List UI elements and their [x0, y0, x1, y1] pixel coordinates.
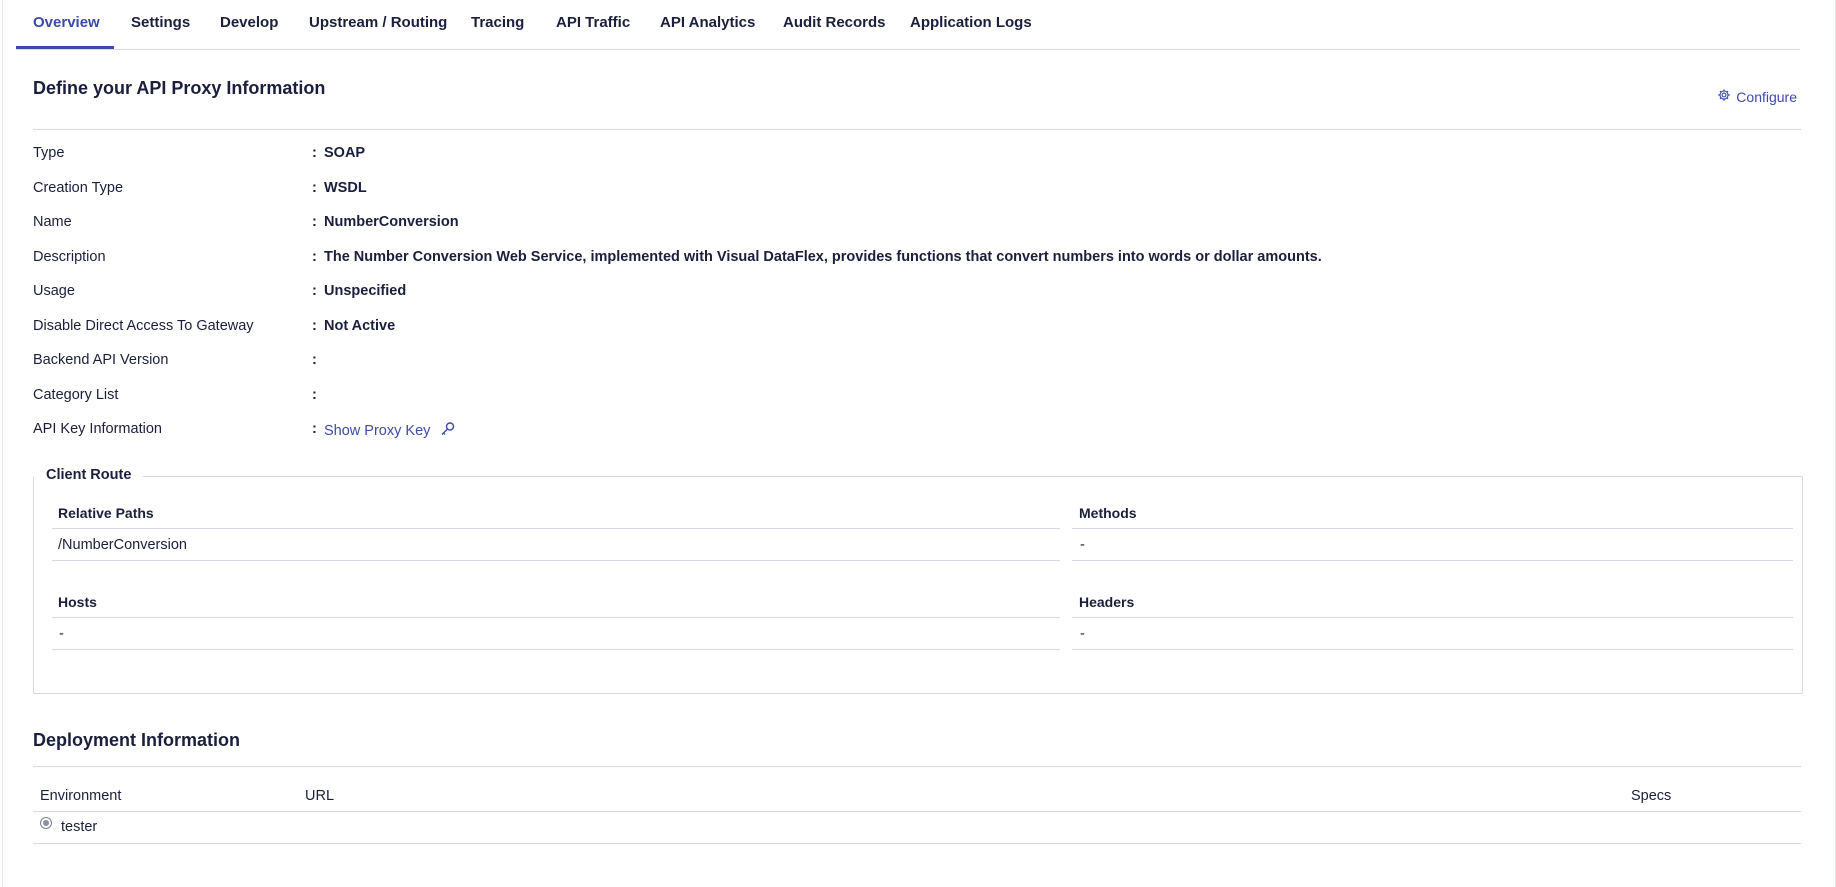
tab-api-traffic[interactable]: API Traffic	[556, 14, 630, 31]
tab-settings[interactable]: Settings	[131, 14, 190, 31]
divider	[52, 528, 1060, 529]
info-row-api-key: API Key Information : Show Proxy Key	[33, 421, 1733, 441]
column-header-environment: Environment	[40, 788, 122, 804]
info-value: NumberConversion	[324, 214, 459, 230]
info-row-type: Type : SOAP	[33, 145, 1733, 165]
info-row-creation-type: Creation Type : WSDL	[33, 180, 1733, 200]
client-route-panel	[33, 476, 1803, 694]
info-colon: :	[312, 145, 317, 161]
info-colon: :	[312, 421, 317, 437]
info-row-category-list: Category List :	[33, 387, 1733, 407]
configure-label: Configure	[1736, 88, 1797, 105]
gear-icon	[1717, 88, 1731, 105]
page-title: Define your API Proxy Information	[33, 78, 326, 98]
divider	[33, 766, 1801, 767]
info-label: Creation Type	[33, 180, 124, 196]
divider	[52, 560, 1060, 561]
headers-header: Headers	[1079, 594, 1135, 610]
info-value: SOAP	[324, 145, 366, 161]
divider	[33, 129, 1801, 130]
tab-upstream-routing[interactable]: Upstream / Routing	[309, 14, 447, 31]
tab-application-logs[interactable]: Application Logs	[910, 14, 1032, 31]
tab-develop[interactable]: Develop	[220, 14, 278, 31]
info-row-backend-api-version: Backend API Version :	[33, 352, 1733, 372]
info-value: Unspecified	[324, 283, 407, 299]
divider	[52, 649, 1060, 650]
tab-overview[interactable]: Overview	[33, 14, 100, 31]
info-row-usage: Usage : Unspecified	[33, 283, 1733, 303]
divider	[1072, 617, 1793, 618]
info-colon: :	[312, 318, 317, 334]
methods-value: -	[1080, 537, 1085, 553]
column-header-specs: Specs	[1631, 788, 1672, 804]
active-tab-indicator	[16, 46, 114, 49]
show-proxy-key-link[interactable]: Show Proxy Key	[324, 421, 456, 439]
headers-value: -	[1080, 626, 1085, 642]
info-value: The Number Conversion Web Service, imple…	[324, 249, 1322, 265]
client-route-legend: Client Route	[34, 467, 144, 483]
info-value: Not Active	[324, 318, 396, 334]
info-label: Description	[33, 249, 106, 265]
info-label: Name	[33, 214, 72, 230]
configure-button[interactable]: Configure	[1717, 88, 1797, 105]
info-label: API Key Information	[33, 421, 162, 437]
key-icon	[440, 421, 456, 437]
tab-api-analytics[interactable]: API Analytics	[660, 14, 755, 31]
info-colon: :	[312, 249, 317, 265]
info-row-disable-direct-access: Disable Direct Access To Gateway : Not A…	[33, 318, 1733, 338]
hosts-header: Hosts	[58, 594, 97, 610]
show-proxy-key-label: Show Proxy Key	[324, 423, 431, 439]
info-label: Disable Direct Access To Gateway	[33, 318, 254, 334]
tab-tracing[interactable]: Tracing	[471, 14, 524, 31]
info-row-description: Description : The Number Conversion Web …	[33, 249, 1733, 269]
page-frame	[2, 0, 1836, 887]
info-label: Type	[33, 145, 65, 161]
environment-name: tester	[61, 819, 98, 835]
column-header-url: URL	[305, 788, 335, 804]
info-label: Usage	[33, 283, 75, 299]
info-colon: :	[312, 214, 317, 230]
info-colon: :	[312, 352, 317, 368]
info-value: WSDL	[324, 180, 367, 196]
divider	[1072, 560, 1793, 561]
info-colon: :	[312, 180, 317, 196]
divider	[1072, 649, 1793, 650]
relative-paths-header: Relative Paths	[58, 505, 154, 521]
divider	[52, 617, 1060, 618]
info-colon: :	[312, 283, 317, 299]
info-label: Category List	[33, 387, 119, 403]
info-row-name: Name : NumberConversion	[33, 214, 1733, 234]
tab-bar: Overview Settings Develop Upstream / Rou…	[16, 0, 1800, 50]
deployment-title: Deployment Information	[33, 730, 241, 750]
relative-paths-value: /NumberConversion	[58, 537, 187, 553]
divider	[1072, 528, 1793, 529]
divider	[33, 811, 1801, 812]
environment-radio[interactable]	[40, 817, 52, 829]
divider	[33, 843, 1801, 844]
methods-header: Methods	[1079, 505, 1137, 521]
hosts-value: -	[59, 626, 64, 642]
info-colon: :	[312, 387, 317, 403]
tab-audit-records[interactable]: Audit Records	[783, 14, 886, 31]
info-label: Backend API Version	[33, 352, 169, 368]
